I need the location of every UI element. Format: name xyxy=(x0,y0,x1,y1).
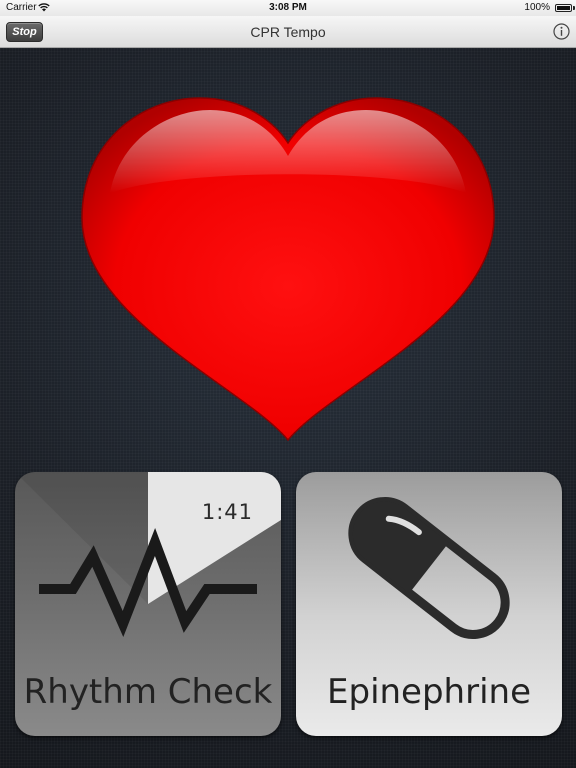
rhythm-check-timer: 1:41 xyxy=(201,500,253,524)
battery-icon xyxy=(555,4,572,12)
nav-bar: CPR Tempo Stop xyxy=(0,16,576,48)
rhythm-check-button[interactable]: 1:41 Rhythm Check xyxy=(15,472,281,736)
main-content: 1:41 Rhythm Check Epinephrine xyxy=(0,48,576,768)
stop-button[interactable]: Stop xyxy=(6,22,43,42)
status-bar: Carrier 3:08 PM 100% xyxy=(0,0,576,16)
battery-nub xyxy=(573,6,575,10)
epinephrine-button[interactable]: Epinephrine xyxy=(296,472,562,736)
epinephrine-label: Epinephrine xyxy=(327,672,531,712)
battery-percent: 100% xyxy=(524,2,550,13)
page-title: CPR Tempo xyxy=(250,24,326,40)
info-icon[interactable] xyxy=(553,23,570,40)
heart-icon[interactable] xyxy=(70,88,506,458)
status-time: 3:08 PM xyxy=(269,2,307,13)
rhythm-check-label: Rhythm Check xyxy=(23,672,273,712)
